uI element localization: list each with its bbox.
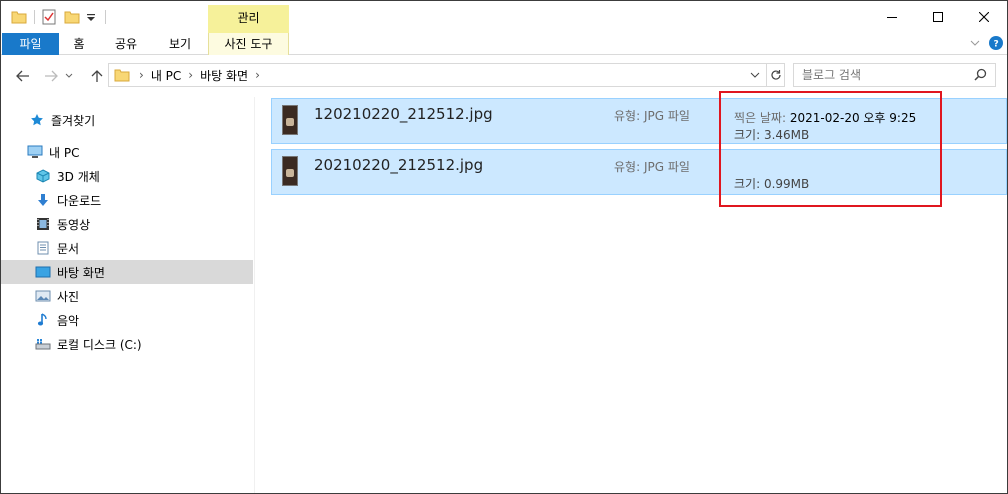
- sidebar-item-label: 문서: [57, 241, 80, 256]
- file-name: 20210220_212512.jpg: [314, 156, 484, 174]
- search-input[interactable]: [794, 64, 964, 86]
- expand-ribbon-button[interactable]: [969, 37, 981, 52]
- highlight-box: [719, 91, 942, 207]
- title-bar: 관리: [1, 1, 1007, 33]
- star-icon: [29, 112, 45, 128]
- tab-file[interactable]: 파일: [2, 33, 59, 55]
- help-button[interactable]: ?: [989, 36, 1003, 50]
- sidebar-item-label: 음악: [57, 313, 80, 328]
- sidebar-item-downloads[interactable]: 다운로드: [1, 188, 253, 212]
- tab-share[interactable]: 공유: [105, 33, 147, 55]
- svg-text:?: ?: [994, 40, 999, 49]
- file-type: 유형: JPG 파일: [614, 160, 690, 174]
- new-folder-icon[interactable]: [64, 10, 80, 24]
- video-icon: [35, 216, 51, 232]
- sidebar-item-local-disk[interactable]: 로컬 디스크 (C:): [1, 332, 253, 356]
- sidebar-item-label: 3D 개체: [57, 169, 100, 184]
- properties-icon[interactable]: [42, 9, 56, 25]
- breadcrumb-this-pc[interactable]: 내 PC: [151, 67, 181, 84]
- image-thumbnail: [282, 105, 298, 135]
- tab-picture-tools[interactable]: 사진 도구: [208, 33, 289, 55]
- sidebar-item-pictures[interactable]: 사진: [1, 284, 253, 308]
- sidebar-item-label: 사진: [57, 289, 80, 304]
- music-icon: [35, 312, 51, 328]
- image-thumbnail: [282, 156, 298, 186]
- refresh-button[interactable]: [766, 64, 784, 86]
- minimize-icon: [887, 17, 897, 18]
- tab-view[interactable]: 보기: [159, 33, 201, 55]
- forward-button[interactable]: [41, 67, 61, 85]
- pictures-icon: [35, 288, 51, 304]
- drive-icon: [35, 336, 51, 352]
- sidebar-item-label: 다운로드: [57, 193, 102, 208]
- up-button[interactable]: [87, 67, 107, 85]
- chevron-down-icon: [65, 73, 73, 78]
- context-tab-manage[interactable]: 관리: [208, 5, 289, 33]
- refresh-icon: [770, 70, 781, 80]
- help-icon: ?: [994, 40, 999, 49]
- sidebar-item-label: 내 PC: [49, 145, 80, 160]
- breadcrumb-separator[interactable]: ›: [255, 68, 260, 82]
- sidebar-item-quick-access[interactable]: 즐겨찾기: [1, 108, 253, 132]
- tab-home[interactable]: 홈: [63, 33, 95, 55]
- folder-icon[interactable]: [11, 10, 27, 24]
- sidebar-item-label: 로컬 디스크 (C:): [57, 337, 142, 352]
- address-bar[interactable]: › 내 PC › 바탕 화면 ›: [108, 63, 785, 87]
- cube-icon: [35, 168, 51, 184]
- sidebar-item-this-pc[interactable]: 내 PC: [1, 140, 253, 164]
- sidebar-item-label: 즐겨찾기: [51, 113, 96, 128]
- document-icon: [35, 240, 51, 256]
- close-button[interactable]: [961, 1, 1007, 33]
- search-icon[interactable]: [974, 68, 987, 84]
- arrow-up-icon: [91, 70, 103, 82]
- file-name: 120210220_212512.jpg: [314, 105, 493, 123]
- arrow-left-icon: [16, 70, 29, 82]
- file-type: 유형: JPG 파일: [614, 109, 690, 123]
- sidebar-item-music[interactable]: 음악: [1, 308, 253, 332]
- breadcrumb-separator[interactable]: ›: [139, 68, 144, 82]
- quick-access-toolbar: [11, 8, 106, 26]
- navigation-pane: 즐겨찾기 내 PC 3D 개체 다운로드 동영상 문서 바탕 화면 사진 음악 …: [1, 97, 255, 493]
- sidebar-item-label: 동영상: [57, 217, 91, 232]
- address-dropdown-button[interactable]: [750, 68, 760, 82]
- minimize-button[interactable]: [869, 1, 915, 33]
- sidebar-item-desktop[interactable]: 바탕 화면: [1, 260, 253, 284]
- sidebar-item-label: 바탕 화면: [57, 265, 105, 280]
- sidebar-item-videos[interactable]: 동영상: [1, 212, 253, 236]
- sidebar-item-documents[interactable]: 문서: [1, 236, 253, 260]
- back-button[interactable]: [13, 67, 33, 85]
- ribbon-tabs: 파일 홈 공유 보기 사진 도구 ?: [1, 33, 1007, 55]
- close-icon: [979, 12, 989, 22]
- arrow-right-icon: [45, 70, 58, 82]
- pc-icon: [27, 144, 43, 160]
- search-box[interactable]: [793, 63, 996, 87]
- customize-quick-access-icon[interactable]: [85, 11, 97, 23]
- maximize-icon: [933, 12, 943, 22]
- file-explorer-window: 관리 파일 홈 공유 보기 사진 도구 ? › 내 PC › 바탕 화면 › 블…: [0, 0, 1008, 494]
- desktop-icon: [35, 264, 51, 280]
- maximize-button[interactable]: [915, 1, 961, 33]
- folder-icon: [114, 69, 130, 82]
- breadcrumb-desktop[interactable]: 바탕 화면: [200, 67, 248, 84]
- breadcrumb-separator[interactable]: ›: [188, 68, 193, 82]
- chevron-down-icon: [750, 72, 760, 78]
- sidebar-item-3d-objects[interactable]: 3D 개체: [1, 164, 253, 188]
- download-icon: [35, 192, 51, 208]
- chevron-down-icon: [970, 40, 980, 46]
- recent-locations-button[interactable]: [63, 67, 75, 85]
